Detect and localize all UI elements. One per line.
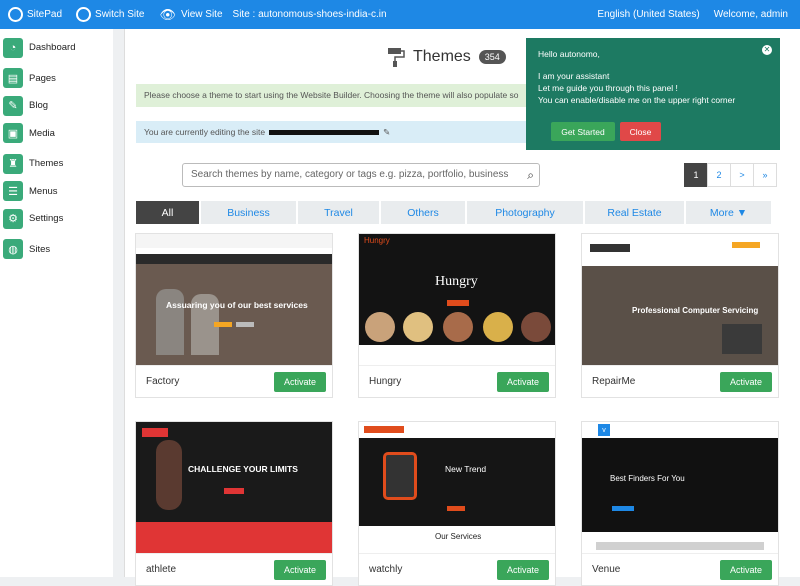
theme-name: RepairMe — [592, 376, 636, 387]
switch-site-button[interactable]: Switch Site — [72, 7, 145, 22]
sidebar-item-settings[interactable]: ⚙ Settings — [0, 205, 113, 233]
sites-icon: ◍ — [3, 239, 23, 260]
assistant-greeting: Hello autonomo, — [538, 49, 600, 59]
assistant-line-3: You can enable/disable me on the upper r… — [538, 95, 736, 105]
assistant-line-1: I am your assistant — [538, 71, 610, 81]
tab-all[interactable]: All — [136, 201, 199, 224]
settings-icon: ⚙ — [3, 208, 23, 229]
close-button[interactable]: Close — [620, 122, 661, 141]
media-icon: ▣ — [3, 123, 23, 144]
tab-others[interactable]: Others — [381, 201, 465, 224]
menus-icon: ☰ — [3, 181, 23, 202]
page-1-button[interactable]: 1 — [684, 163, 708, 187]
theme-preview-watchly[interactable]: New Trend Our Services — [359, 422, 555, 553]
sidebar: ◔ Dashboard ▤ Pages ✎ Blog ▣ Media ♜ Themes ☰… — [0, 29, 113, 577]
tab-real-estate[interactable]: Real Estate — [585, 201, 684, 224]
tab-business[interactable]: Business — [201, 201, 296, 224]
site-label: Site : autonomous-shoes-india-c.in — [232, 9, 387, 20]
theme-card-repairme: Professional Computer Servicing RepairMe… — [581, 233, 779, 398]
themes-icon: ♜ — [3, 153, 23, 174]
get-started-button[interactable]: Get Started — [551, 122, 615, 141]
language-selector[interactable]: English (United States) — [597, 9, 699, 20]
theme-card-watchly: New Trend Our Services watchly Activate — [358, 421, 556, 586]
pages-icon: ▤ — [3, 68, 23, 89]
theme-card-athlete: CHALLENGE YOUR LIMITS athlete Activate — [135, 421, 333, 586]
theme-preview-hungry[interactable]: Hungry Hungry — [359, 234, 555, 365]
sidebar-item-media[interactable]: ▣ Media — [0, 120, 113, 148]
theme-preview-athlete[interactable]: CHALLENGE YOUR LIMITS — [136, 422, 332, 553]
page-header: Themes 354 — [387, 47, 506, 67]
tab-photography[interactable]: Photography — [467, 201, 583, 224]
sidebar-item-sites[interactable]: ◍ Sites — [0, 236, 113, 264]
tab-more[interactable]: More ▼ — [686, 201, 771, 224]
redacted-site-name — [269, 130, 380, 136]
search-icon[interactable]: ⌕ — [527, 168, 534, 183]
theme-search-input[interactable]: Search themes by name, category or tags … — [182, 163, 540, 187]
assistant-line-2: Let me guide you through this panel ! — [538, 83, 678, 93]
sidebar-item-themes[interactable]: ♜ Themes — [0, 150, 113, 178]
last-page-button[interactable]: » — [753, 163, 777, 187]
theme-name: Hungry — [369, 376, 402, 387]
welcome-user[interactable]: Welcome, admin — [714, 9, 788, 20]
page-title: Themes — [413, 48, 471, 65]
category-tabs: All Business Travel Others Photography R… — [136, 201, 773, 224]
edit-pencil-icon[interactable]: ✎ — [383, 127, 390, 137]
theme-name: Factory — [146, 376, 180, 387]
eye-icon: 👁 — [159, 6, 177, 22]
sidebar-item-dashboard[interactable]: ◔ Dashboard — [0, 34, 113, 62]
pagination: 1 2 > » — [684, 163, 777, 187]
activate-button[interactable]: Activate — [274, 371, 326, 392]
activate-button[interactable]: Activate — [497, 371, 549, 392]
sidebar-item-menus[interactable]: ☰ Menus — [0, 178, 113, 206]
theme-preview-venue[interactable]: v Best Finders For You — [582, 422, 778, 553]
brand[interactable]: SitePad — [4, 7, 62, 22]
theme-name: watchly — [369, 564, 403, 575]
view-site-button[interactable]: 👁 View Site — [155, 7, 223, 23]
theme-card-factory: Assuaring you of our best services Facto… — [135, 233, 333, 398]
close-icon[interactable]: ✕ — [762, 45, 772, 55]
theme-name: athlete — [146, 564, 177, 575]
next-page-button[interactable]: > — [730, 163, 754, 187]
globe-icon — [76, 7, 92, 22]
theme-card-venue: v Best Finders For You Venue Activate — [581, 421, 779, 586]
dashboard-icon: ◔ — [3, 37, 23, 58]
theme-preview-repairme[interactable]: Professional Computer Servicing — [582, 234, 778, 365]
paint-roller-icon — [388, 48, 405, 67]
theme-name: Venue — [592, 564, 621, 575]
sidebar-item-blog[interactable]: ✎ Blog — [0, 92, 113, 120]
editing-site-notice: You are currently editing the site ✎ — [136, 121, 526, 143]
page-2-button[interactable]: 2 — [707, 163, 731, 187]
top-bar: SitePad Switch Site 👁 View Site Site : au… — [0, 0, 800, 29]
assistant-popup: ✕ Hello autonomo, I am your assistant Le… — [526, 38, 780, 150]
theme-preview-factory[interactable]: Assuaring you of our best services — [136, 234, 332, 365]
tab-travel[interactable]: Travel — [298, 201, 379, 224]
choose-theme-notice: Please choose a theme to start using the… — [136, 84, 526, 107]
sidebar-item-pages[interactable]: ▤ Pages — [0, 65, 113, 93]
blog-icon: ✎ — [3, 95, 23, 116]
sitepad-logo-icon — [8, 7, 23, 22]
activate-button[interactable]: Activate — [720, 371, 772, 392]
theme-count-badge: 354 — [478, 50, 506, 64]
theme-card-hungry: Hungry Hungry Hungry Activate — [358, 233, 556, 398]
